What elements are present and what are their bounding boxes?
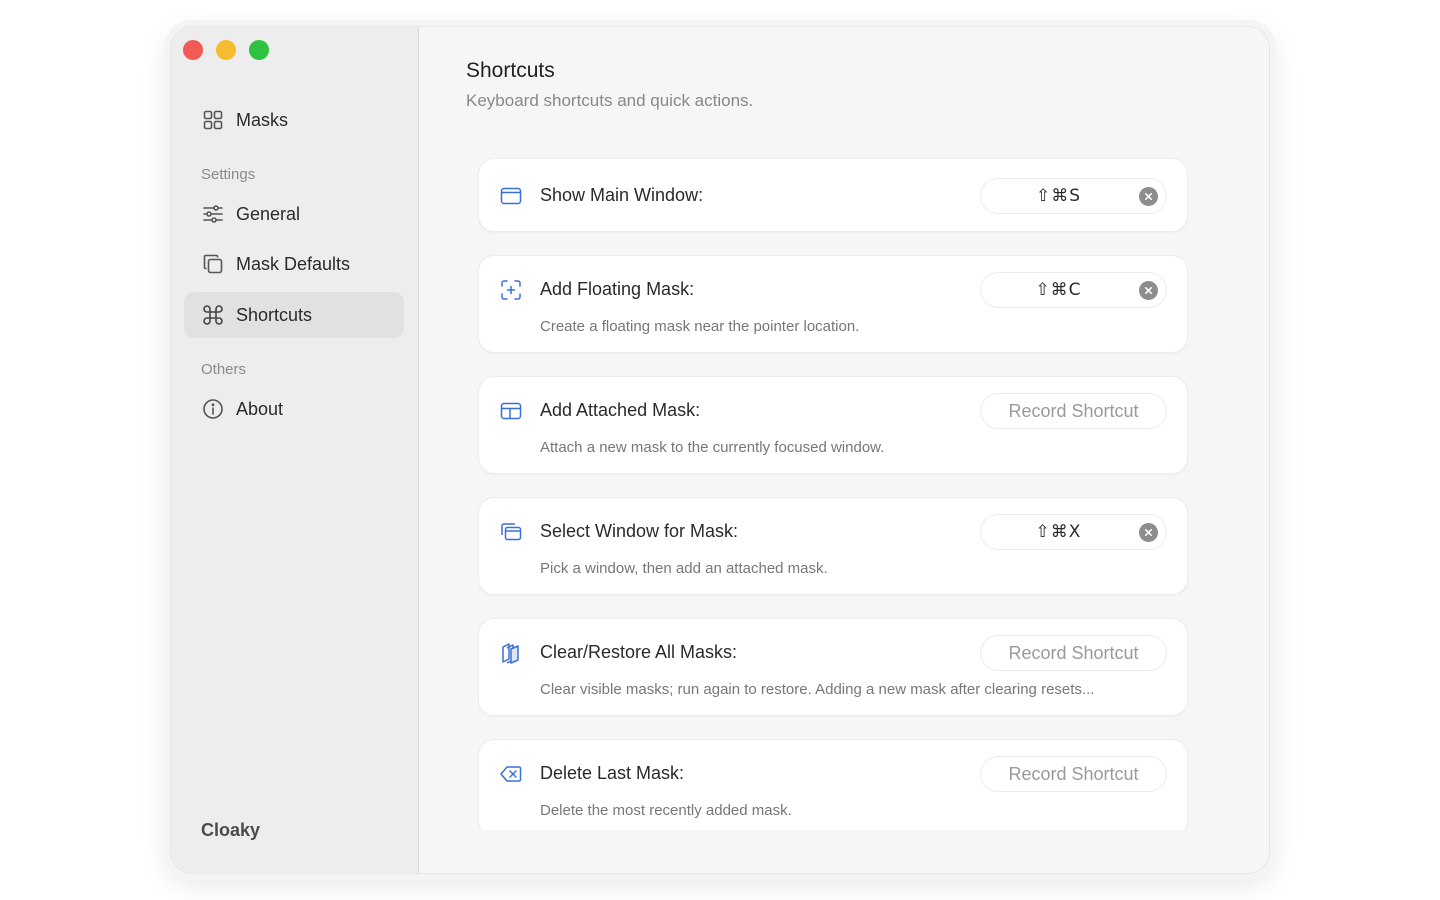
close-icon — [1144, 192, 1153, 201]
command-icon — [203, 305, 223, 325]
shortcut-card-add-attached-mask: Add Attached Mask: Attach a new mask to … — [478, 376, 1188, 474]
shortcut-keys: ⇧⌘S — [1035, 186, 1082, 206]
app-brand: Cloaky — [201, 820, 261, 840]
sidebar-item-label: Shortcuts — [236, 304, 313, 325]
sliders-icon — [203, 205, 223, 223]
page-title: Shortcuts — [466, 59, 555, 82]
copy-icon — [203, 254, 223, 274]
sidebar-item-shortcuts[interactable]: Shortcuts — [184, 292, 404, 338]
shortcut-recorder[interactable]: ⇧⌘X — [980, 514, 1167, 550]
shortcut-card-show-main-window: Show Main Window: ⇧⌘S — [478, 158, 1188, 232]
floating-mask-icon — [499, 278, 523, 302]
info-icon — [203, 399, 223, 419]
main-content: Shortcuts Keyboard shortcuts and quick a… — [420, 27, 1269, 873]
clear-shortcut-button[interactable] — [1139, 187, 1158, 206]
sidebar-section-others: Others — [201, 361, 247, 378]
shortcut-title: Add Floating Mask: — [540, 279, 695, 299]
sidebar-item-mask-defaults[interactable]: Mask Defaults — [184, 241, 404, 287]
shortcut-description: Create a floating mask near the pointer … — [540, 318, 860, 335]
sidebar-item-about[interactable]: About — [184, 386, 404, 432]
record-shortcut-button[interactable]: Record Shortcut — [980, 756, 1167, 792]
maximize-window-button[interactable] — [249, 40, 269, 60]
sidebar-item-label: About — [236, 398, 284, 419]
shortcut-recorder[interactable]: ⇧⌘C — [980, 272, 1167, 308]
shortcut-title: Delete Last Mask: — [540, 763, 685, 783]
shortcut-description: Attach a new mask to the currently focus… — [540, 439, 885, 456]
clear-shortcut-button[interactable] — [1139, 281, 1158, 300]
shortcut-card-select-window: Select Window for Mask: Pick a window, t… — [478, 497, 1188, 595]
shortcut-recorder[interactable]: ⇧⌘S — [980, 178, 1167, 214]
sidebar: Masks Settings General Mask Defaults Sho… — [171, 27, 419, 873]
sidebar-section-settings: Settings — [201, 166, 256, 183]
shortcut-keys: ⇧⌘X — [1035, 522, 1082, 542]
sidebar-item-general[interactable]: General — [184, 191, 404, 237]
record-shortcut-button[interactable]: Record Shortcut — [980, 393, 1167, 429]
shortcut-title: Select Window for Mask: — [540, 521, 739, 541]
sidebar-item-label: Masks — [236, 109, 289, 130]
grid-icon — [203, 110, 223, 130]
sidebar-item-label: General — [236, 203, 301, 224]
shortcut-title: Show Main Window: — [540, 185, 704, 205]
app-window: Masks Settings General Mask Defaults Sho… — [170, 26, 1270, 874]
clear-shortcut-button[interactable] — [1139, 523, 1158, 542]
shortcut-title: Clear/Restore All Masks: — [540, 642, 738, 662]
close-icon — [1144, 528, 1153, 537]
sidebar-item-label: Mask Defaults — [236, 253, 351, 274]
close-window-button[interactable] — [183, 40, 203, 60]
shortcut-description: Clear visible masks; run again to restor… — [540, 681, 1095, 698]
shortcut-description: Delete the most recently added mask. — [540, 802, 792, 819]
page-subtitle: Keyboard shortcuts and quick actions. — [466, 91, 754, 110]
shortcut-title: Add Attached Mask: — [540, 400, 701, 420]
shortcut-card-delete-last-mask: Delete Last Mask: Delete the most recent… — [478, 739, 1188, 830]
delete-icon — [499, 762, 523, 786]
record-shortcut-button[interactable]: Record Shortcut — [980, 635, 1167, 671]
close-icon — [1144, 286, 1153, 295]
attached-mask-icon — [499, 399, 523, 423]
select-window-icon — [499, 520, 523, 544]
shortcut-description: Pick a window, then add an attached mask… — [540, 560, 828, 577]
shortcut-keys: ⇧⌘C — [1035, 280, 1082, 300]
minimize-window-button[interactable] — [216, 40, 236, 60]
shortcut-card-add-floating-mask: Add Floating Mask: Create a floating mas… — [478, 255, 1188, 353]
shortcut-card-clear-restore: Clear/Restore All Masks: Clear visible m… — [478, 618, 1188, 716]
shortcut-list[interactable]: Show Main Window: ⇧⌘S Add Floating Mask:… — [478, 158, 1188, 830]
window-icon — [499, 184, 523, 208]
sidebar-item-masks[interactable]: Masks — [184, 97, 404, 143]
traffic-lights — [183, 40, 269, 60]
stack-icon — [499, 641, 523, 665]
